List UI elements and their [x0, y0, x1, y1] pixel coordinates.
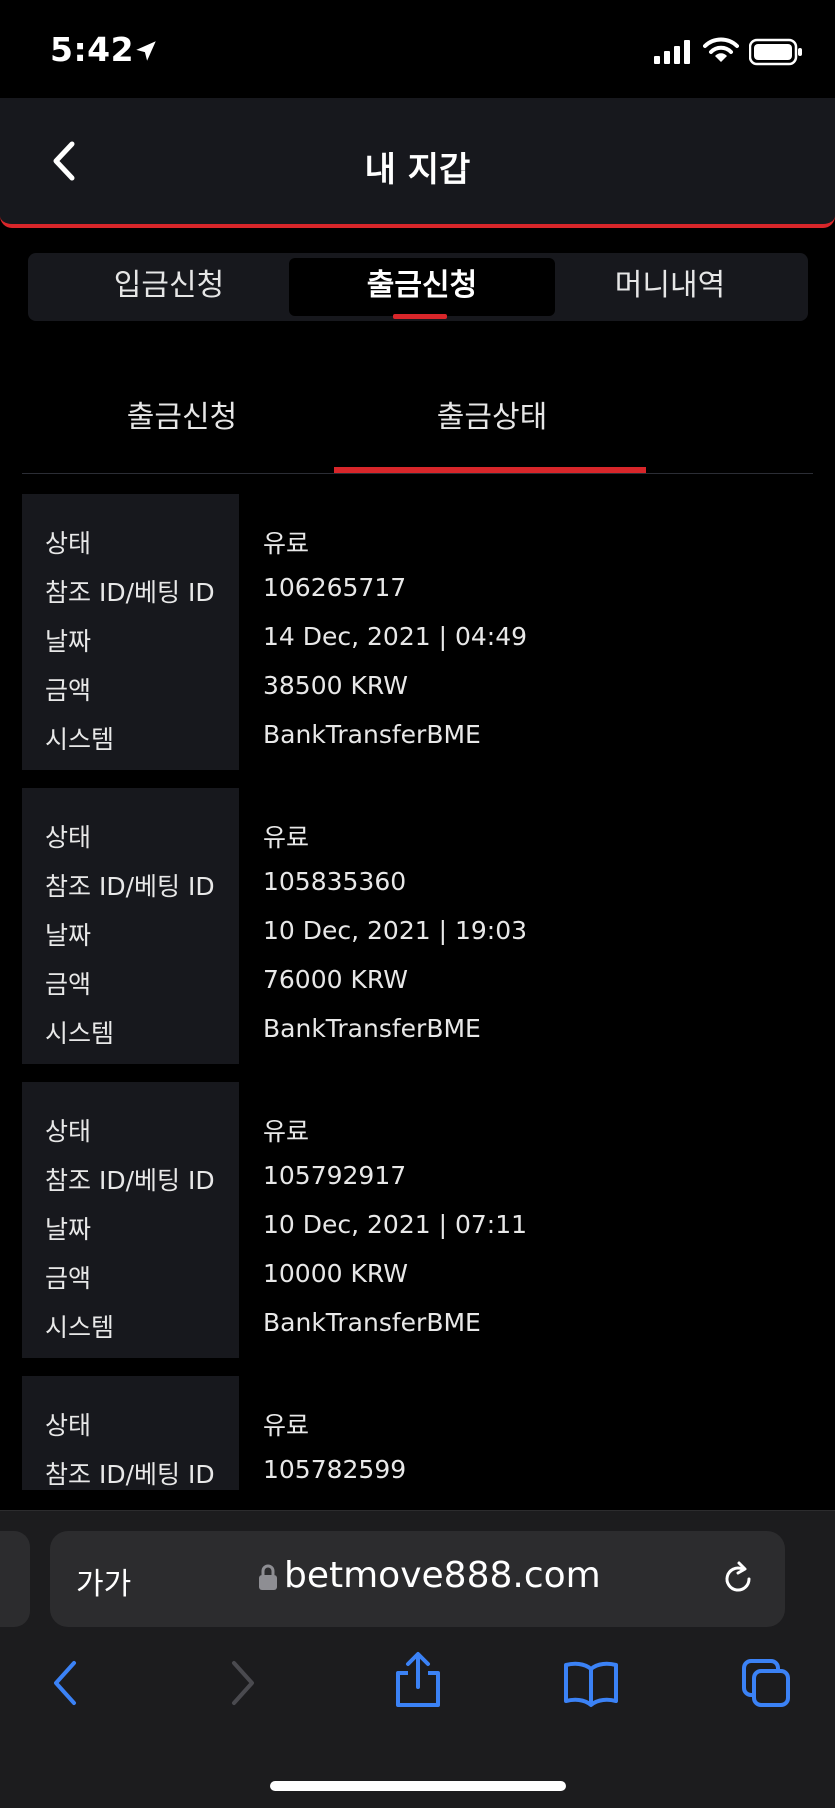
- value-date: 10 Dec, 2021 | 07:11: [263, 1210, 528, 1239]
- tabs-icon[interactable]: [740, 1657, 792, 1709]
- label-ref-id: 참조 ID/베팅 ID: [45, 872, 215, 901]
- value-ref-id: 105835360: [263, 867, 407, 896]
- value-ref-id: 105792917: [263, 1161, 407, 1190]
- value-amount: 76000 KRW: [263, 965, 408, 994]
- active-subtab-indicator: [334, 467, 646, 473]
- tab-label: 입금신청: [113, 268, 225, 303]
- value-ref-id: 105782599: [263, 1455, 407, 1484]
- browser-back-icon[interactable]: [40, 1657, 92, 1709]
- label-status: 상태: [45, 823, 92, 852]
- label-status: 상태: [45, 1117, 92, 1146]
- status-bar: 5:42: [0, 0, 835, 98]
- value-system: BankTransferBME: [263, 1014, 481, 1043]
- label-amount: 금액: [45, 970, 92, 999]
- withdraw-record: 상태 참조 ID/베팅 ID 날짜 금액 시스템 유료 105835360 10…: [22, 788, 813, 1064]
- label-amount: 금액: [45, 1264, 92, 1293]
- record-label-column: 상태 참조 ID/베팅 ID 날짜 금액 시스템: [22, 494, 239, 770]
- withdraw-record: 상태 참조 ID/베팅 ID 날짜 금액 시스템 유료 105792917 10…: [22, 1082, 813, 1358]
- status-time: 5:42: [50, 30, 135, 69]
- label-ref-id: 참조 ID/베팅 ID: [45, 1166, 215, 1195]
- value-status: 유료: [263, 823, 310, 852]
- tab-deposit-request[interactable]: 입금신청: [36, 258, 302, 316]
- record-label-column: 상태 참조 ID/베팅 ID 날짜 금액 시스템: [22, 1082, 239, 1358]
- withdraw-status-list[interactable]: 상태 참조 ID/베팅 ID 날짜 금액 시스템 유료 106265717 14…: [22, 494, 813, 1490]
- value-status: 유료: [263, 529, 310, 558]
- label-amount: 금액: [45, 676, 92, 705]
- subtab-withdraw-status[interactable]: 출금상태: [347, 392, 637, 436]
- wifi-icon: [703, 37, 739, 62]
- header: 내 지갑: [0, 98, 835, 228]
- subtab-withdraw-request[interactable]: 출금신청: [37, 392, 327, 436]
- record-label-column: 상태 참조 ID/베팅 ID 날짜 금액 시스템: [22, 1376, 239, 1490]
- withdraw-record: 상태 참조 ID/베팅 ID 날짜 금액 시스템 유료 106265717 14…: [22, 494, 813, 770]
- label-system: 시스템: [45, 725, 115, 754]
- previous-tab-peek[interactable]: [0, 1531, 30, 1627]
- url-text[interactable]: betmove888.com: [284, 1555, 601, 1596]
- label-date: 날짜: [45, 1215, 92, 1244]
- value-amount: 10000 KRW: [263, 1259, 408, 1288]
- label-system: 시스템: [45, 1019, 115, 1048]
- value-amount: 38500 KRW: [263, 671, 408, 700]
- bookmarks-icon[interactable]: [562, 1657, 620, 1709]
- page-title: 내 지갑: [364, 150, 471, 190]
- withdraw-record: 상태 참조 ID/베팅 ID 날짜 금액 시스템 유료 105782599: [22, 1376, 813, 1490]
- tab-label: 머니내역: [614, 268, 726, 303]
- label-date: 날짜: [45, 627, 92, 656]
- cellular-signal-icon: [654, 40, 690, 64]
- reload-icon[interactable]: [718, 1559, 758, 1599]
- main-tabs: 입금신청 출금신청 머니내역: [28, 253, 808, 321]
- value-date: 10 Dec, 2021 | 19:03: [263, 916, 528, 945]
- label-status: 상태: [45, 529, 92, 558]
- value-date: 14 Dec, 2021 | 04:49: [263, 622, 528, 651]
- home-indicator: [270, 1781, 566, 1791]
- sub-tabs: 출금신청 출금상태: [22, 372, 813, 474]
- label-date: 날짜: [45, 921, 92, 950]
- label-ref-id: 참조 ID/베팅 ID: [45, 1460, 215, 1489]
- record-label-column: 상태 참조 ID/베팅 ID 날짜 금액 시스템: [22, 788, 239, 1064]
- browser-forward-icon[interactable]: [216, 1657, 268, 1709]
- battery-icon: [749, 38, 802, 66]
- share-icon[interactable]: [390, 1651, 446, 1709]
- label-ref-id: 참조 ID/베팅 ID: [45, 578, 215, 607]
- tab-withdraw-request[interactable]: 출금신청: [289, 258, 555, 319]
- active-tab-indicator: [393, 314, 447, 319]
- lock-icon: [259, 1564, 277, 1590]
- label-system: 시스템: [45, 1313, 115, 1342]
- address-bar[interactable]: 가가 betmove888.com: [50, 1531, 785, 1627]
- value-system: BankTransferBME: [263, 720, 481, 749]
- label-status: 상태: [45, 1411, 92, 1440]
- tab-money-history[interactable]: 머니내역: [537, 258, 803, 316]
- browser-toolbar: 가가 betmove888.com: [0, 1510, 835, 1808]
- location-arrow-icon: [136, 41, 156, 61]
- tab-label: 출금신청: [366, 268, 478, 303]
- value-system: BankTransferBME: [263, 1308, 481, 1337]
- value-status: 유료: [263, 1117, 310, 1146]
- value-status: 유료: [263, 1411, 310, 1440]
- text-size-button[interactable]: 가가: [76, 1559, 131, 1603]
- value-ref-id: 106265717: [263, 573, 407, 602]
